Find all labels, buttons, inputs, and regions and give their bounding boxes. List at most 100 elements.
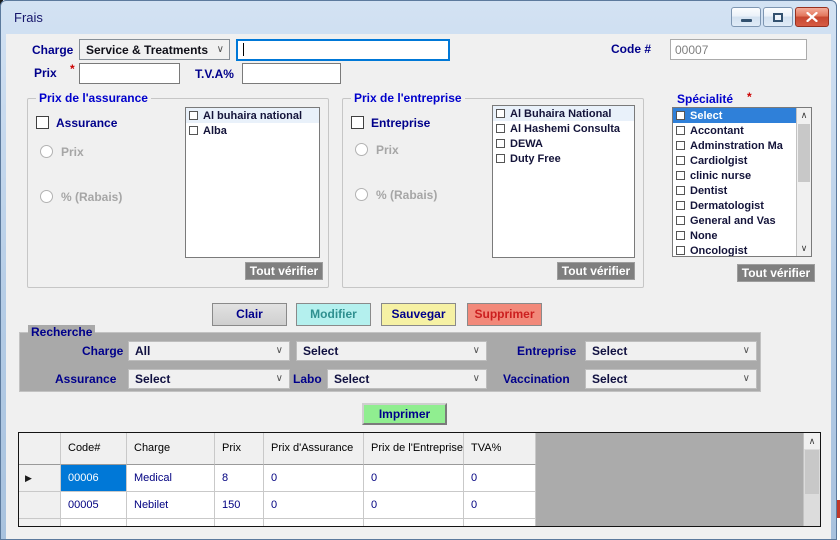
checkbox-icon[interactable] <box>676 171 685 180</box>
grid-header-cell[interactable]: TVA% <box>464 433 536 465</box>
table-cell[interactable] <box>464 519 536 527</box>
specialite-tout-verifier-button[interactable]: Tout vérifier <box>737 264 815 282</box>
charge-name-input[interactable] <box>236 39 450 61</box>
prix-input[interactable] <box>79 63 180 84</box>
table-cell[interactable]: 0 <box>264 492 364 519</box>
checkbox-icon[interactable] <box>189 111 198 120</box>
frais-datagrid[interactable]: Code# Charge Prix Prix d'Assurance Prix … <box>18 432 821 527</box>
grid-header-cell[interactable]: Prix d'Assurance <box>264 433 364 465</box>
checkbox-icon[interactable] <box>676 231 685 240</box>
row-selector-cell[interactable] <box>19 492 61 519</box>
modifier-button[interactable]: Modifier <box>296 303 371 326</box>
row-selector-cell[interactable]: ▶ <box>19 465 61 492</box>
list-item[interactable]: Dentist <box>673 183 811 198</box>
assurance-tout-verifier-button[interactable]: Tout vérifier <box>245 262 323 280</box>
checkbox-icon[interactable] <box>496 124 505 133</box>
charge-type-combobox[interactable]: Service & Treatments ∨ <box>79 39 230 60</box>
table-cell[interactable] <box>215 519 264 527</box>
list-item[interactable]: DEWA <box>493 136 634 151</box>
scrollbar-thumb[interactable] <box>798 124 810 182</box>
specialite-checkedlist[interactable]: Select Accontant Adminstration Ma Cardio… <box>672 107 812 257</box>
entreprise-rabais-radio[interactable] <box>355 188 368 201</box>
grid-header-cell[interactable]: Charge <box>127 433 215 465</box>
entreprise-tout-verifier-button[interactable]: Tout vérifier <box>557 262 635 280</box>
recherche-vaccination-combobox[interactable]: Select ∨ <box>585 369 757 389</box>
scrollbar-thumb[interactable] <box>805 450 819 494</box>
table-row[interactable]: 00005 Nebilet 150 0 0 0 <box>19 492 820 519</box>
table-cell[interactable]: 150 <box>215 492 264 519</box>
table-cell[interactable]: 0 <box>364 492 464 519</box>
table-row-new[interactable] <box>19 519 820 527</box>
grid-header-cell[interactable]: Prix <box>215 433 264 465</box>
table-row[interactable]: ▶ 00006 Medical 8 0 0 0 <box>19 465 820 492</box>
checkbox-icon[interactable] <box>676 141 685 150</box>
checkbox-icon[interactable] <box>676 126 685 135</box>
row-selector-cell[interactable] <box>19 519 61 527</box>
list-item[interactable]: Duty Free <box>493 151 634 166</box>
checkbox-icon[interactable] <box>496 139 505 148</box>
list-item[interactable]: Al Buhaira National <box>493 106 634 121</box>
close-button[interactable] <box>795 7 829 27</box>
assurance-checkedlist[interactable]: Al buhaira national Alba <box>185 107 320 258</box>
list-item[interactable]: Adminstration Ma <box>673 138 811 153</box>
entreprise-checkbox[interactable] <box>351 116 364 129</box>
minimize-button[interactable] <box>731 7 761 27</box>
table-cell[interactable]: Nebilet <box>127 492 215 519</box>
grid-header-cell[interactable]: Code# <box>61 433 127 465</box>
checkbox-icon[interactable] <box>676 201 685 210</box>
tva-input[interactable] <box>242 63 341 84</box>
recherche-charge2-combobox[interactable]: Select ∨ <box>296 341 487 361</box>
list-item[interactable]: Select <box>673 108 811 123</box>
assurance-rabais-radio[interactable] <box>40 190 53 203</box>
table-cell[interactable]: 8 <box>215 465 264 492</box>
table-cell[interactable]: 0 <box>364 465 464 492</box>
supprimer-button[interactable]: Supprimer <box>467 303 542 326</box>
list-item[interactable]: Accontant <box>673 123 811 138</box>
grid-header-cell[interactable]: Prix de l'Entreprise <box>364 433 464 465</box>
checkbox-icon[interactable] <box>676 156 685 165</box>
checkbox-icon[interactable] <box>189 126 198 135</box>
entreprise-checkedlist[interactable]: Al Buhaira National Al Hashemi Consulta … <box>492 105 635 258</box>
checkbox-icon[interactable] <box>496 154 505 163</box>
clair-button[interactable]: Clair <box>212 303 287 326</box>
recherche-entreprise-combobox[interactable]: Select ∨ <box>585 341 757 361</box>
table-cell[interactable]: 0 <box>464 492 536 519</box>
table-cell[interactable]: 00005 <box>61 492 127 519</box>
list-item[interactable]: None <box>673 228 811 243</box>
assurance-checkbox[interactable] <box>36 116 49 129</box>
maximize-button[interactable] <box>763 7 793 27</box>
sauvegar-button[interactable]: Sauvegar <box>381 303 456 326</box>
checkbox-icon[interactable] <box>676 111 685 120</box>
imprimer-button[interactable]: Imprimer <box>362 403 447 425</box>
checkbox-icon[interactable] <box>676 186 685 195</box>
list-item[interactable]: Alba <box>186 123 319 138</box>
list-item[interactable]: Al Hashemi Consulta <box>493 121 634 136</box>
table-cell[interactable]: 0 <box>264 465 364 492</box>
checkbox-icon[interactable] <box>676 216 685 225</box>
table-cell[interactable]: 0 <box>464 465 536 492</box>
specialite-scrollbar[interactable]: ∧ ∨ <box>796 108 811 256</box>
table-cell[interactable]: 00006 <box>61 465 127 492</box>
list-item[interactable]: Dermatologist <box>673 198 811 213</box>
list-item[interactable]: clinic nurse <box>673 168 811 183</box>
recherche-charge-combobox[interactable]: All ∨ <box>128 341 290 361</box>
scroll-up-icon[interactable]: ∧ <box>797 108 811 123</box>
list-item[interactable]: Oncologist <box>673 243 811 257</box>
scroll-down-icon[interactable]: ∨ <box>797 241 811 256</box>
assurance-prix-radio[interactable] <box>40 145 53 158</box>
recherche-labo-combobox[interactable]: Select ∨ <box>327 369 487 389</box>
entreprise-prix-radio[interactable] <box>355 143 368 156</box>
table-cell[interactable] <box>61 519 127 527</box>
checkbox-icon[interactable] <box>496 109 505 118</box>
title-bar[interactable]: Frais <box>1 1 836 34</box>
recherche-assurance-combobox[interactable]: Select ∨ <box>128 369 290 389</box>
table-cell[interactable] <box>264 519 364 527</box>
table-cell[interactable] <box>127 519 215 527</box>
scroll-up-icon[interactable]: ∧ <box>804 433 820 449</box>
table-cell[interactable] <box>364 519 464 527</box>
list-item[interactable]: Cardiolgist <box>673 153 811 168</box>
table-cell[interactable]: Medical <box>127 465 215 492</box>
grid-scrollbar[interactable]: ∧ <box>803 433 820 526</box>
list-item[interactable]: Al buhaira national <box>186 108 319 123</box>
list-item[interactable]: General and Vas <box>673 213 811 228</box>
